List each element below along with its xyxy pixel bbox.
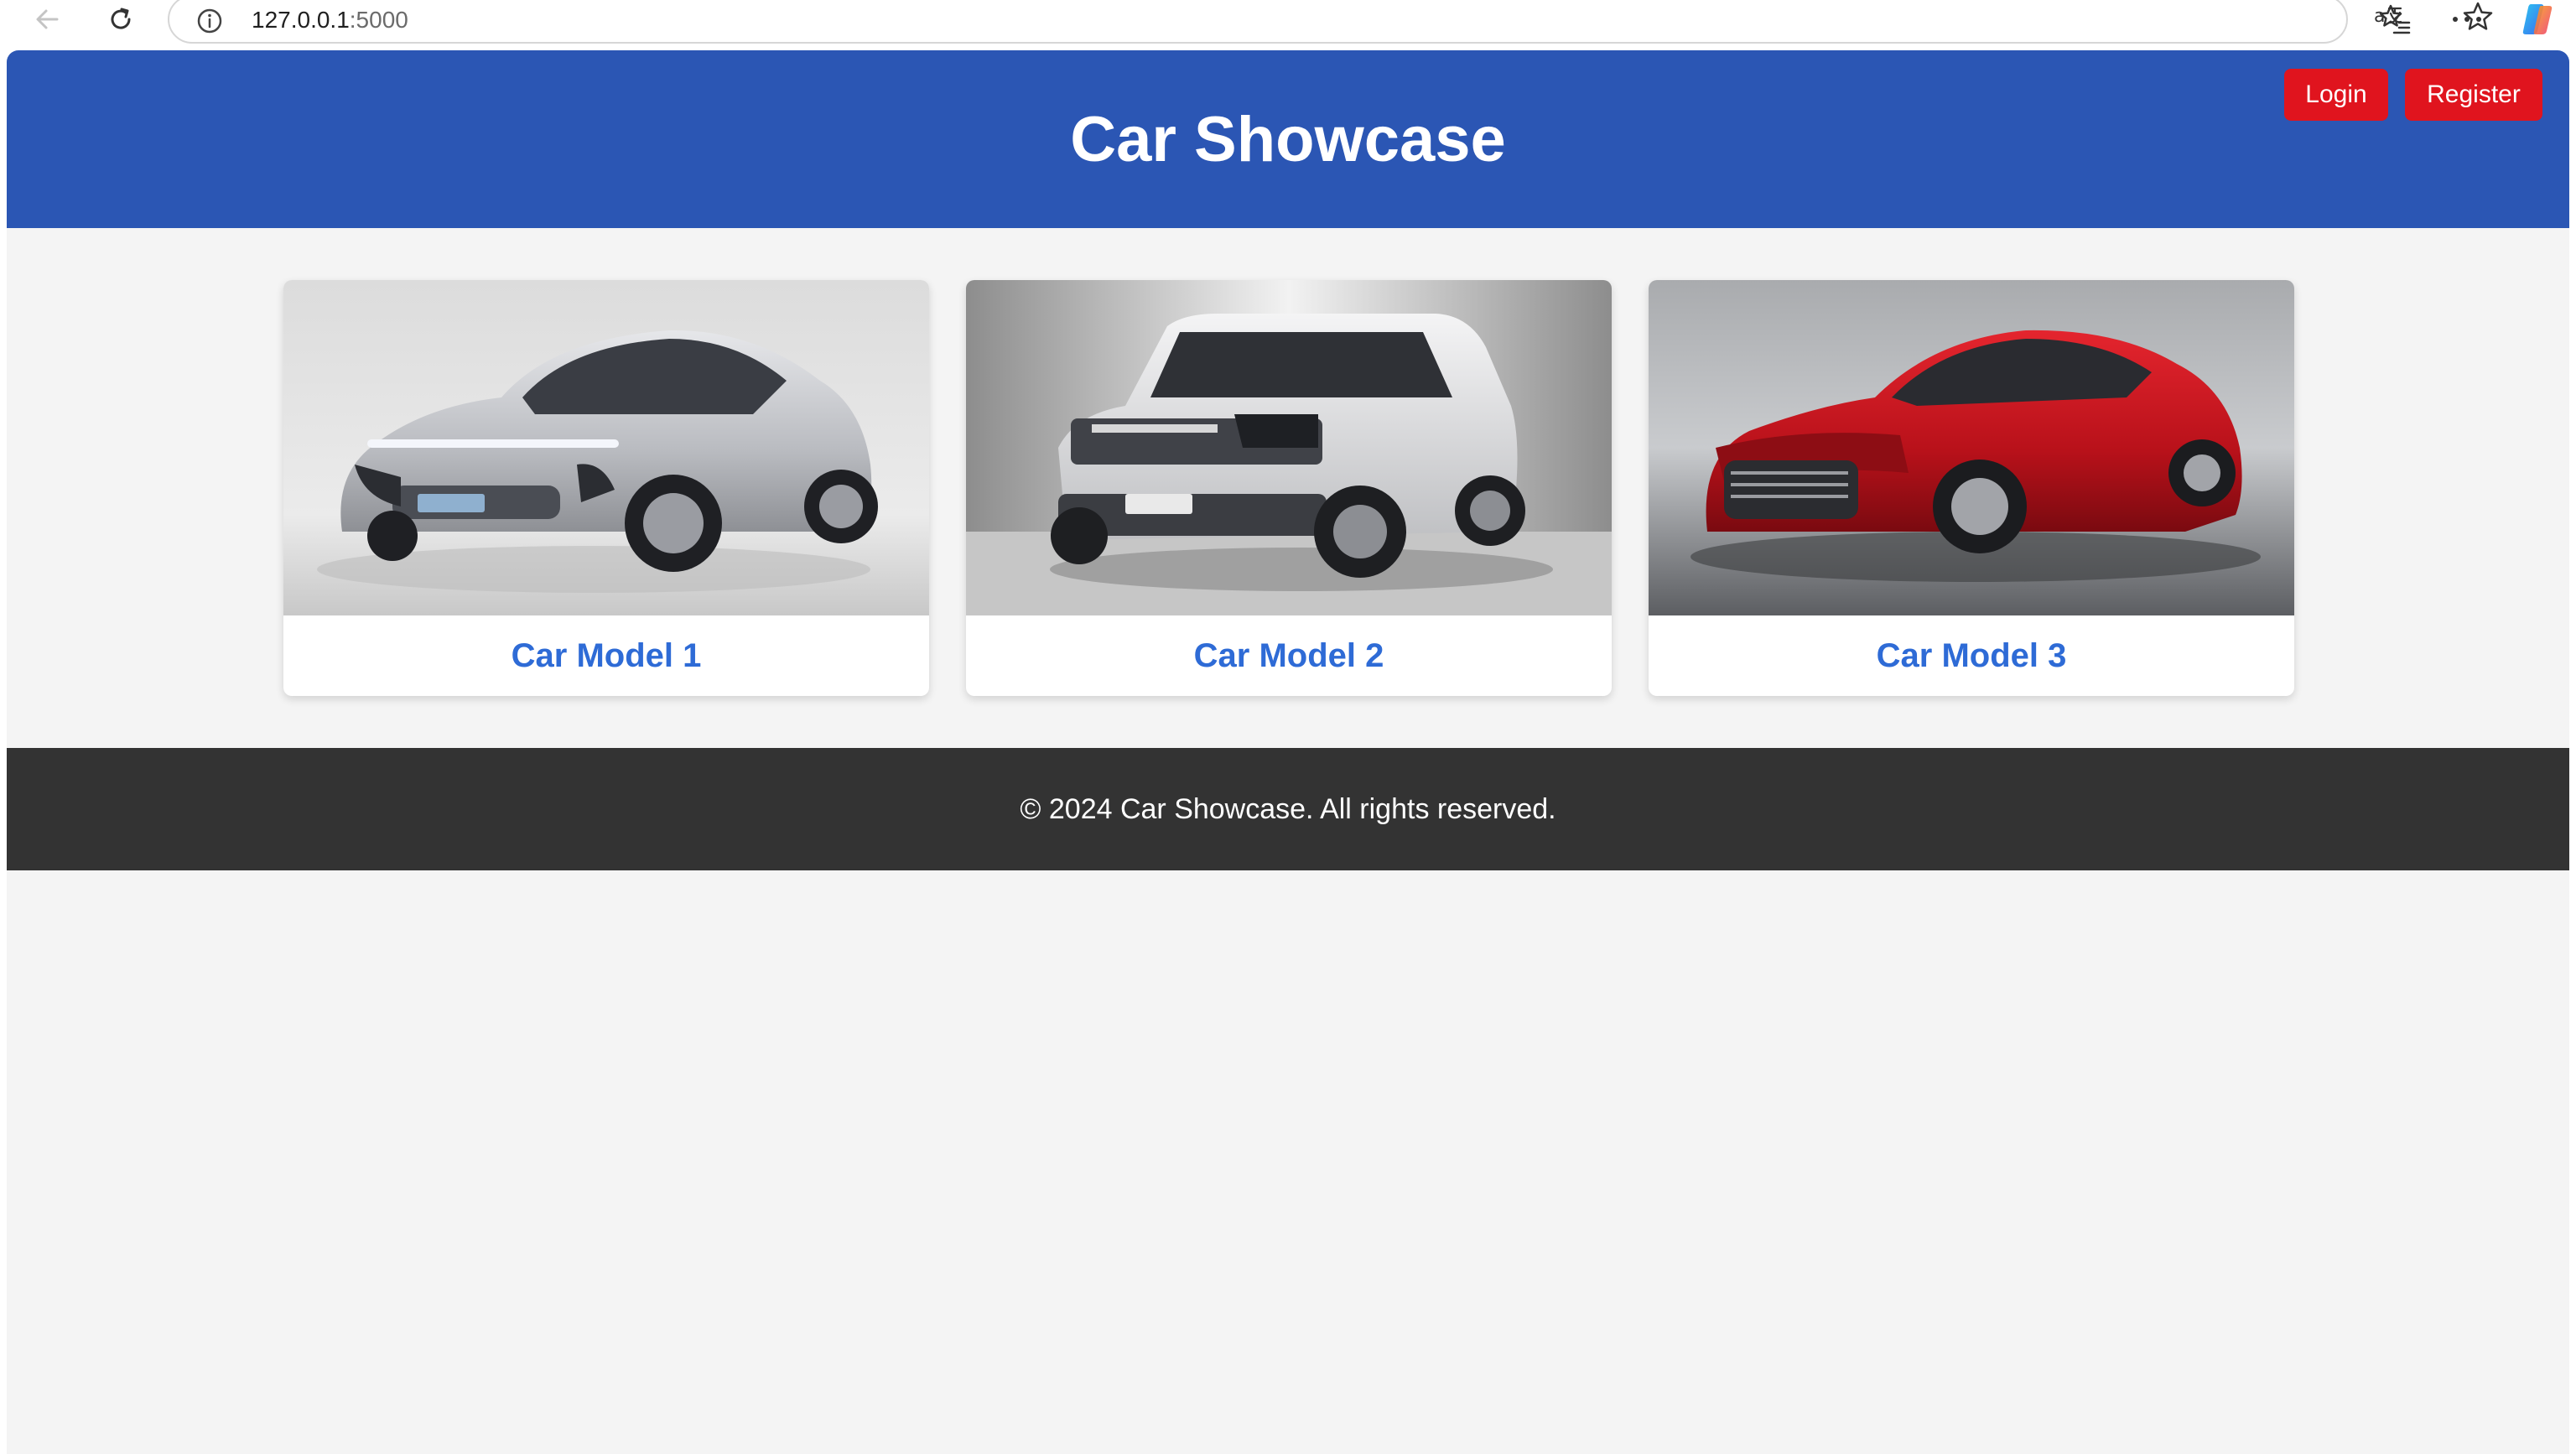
info-icon[interactable] — [196, 8, 223, 34]
site-header: Car Showcase Login Register — [7, 50, 2569, 228]
site-title: Car Showcase — [1070, 104, 1506, 175]
back-button[interactable] — [23, 0, 70, 39]
car-image-3[interactable] — [1649, 280, 2294, 615]
car-card-1[interactable]: Car Model 1 — [283, 280, 929, 696]
back-arrow-icon — [36, 9, 59, 29]
address-bar[interactable]: 127.0.0.1:5000 a — [168, 0, 2493, 44]
car-photo-white-suv — [966, 280, 1612, 615]
url-text[interactable]: 127.0.0.1:5000 — [252, 5, 408, 35]
url-port: :5000 — [349, 7, 408, 33]
reload-icon — [111, 8, 131, 29]
page-viewport: Car Showcase Login Register Car Model 1 … — [7, 50, 2569, 1454]
car-title-3[interactable]: Car Model 3 — [1649, 615, 2294, 696]
browser-toolbar: 127.0.0.1:5000 a — [0, 0, 2576, 47]
copilot-icon — [2522, 4, 2553, 34]
car-image-1[interactable] — [283, 280, 929, 615]
login-button[interactable]: Login — [2284, 69, 2388, 121]
copilot-button[interactable] — [2514, 0, 2561, 39]
register-button[interactable]: Register — [2405, 69, 2542, 121]
car-card-2[interactable]: Car Model 2 — [966, 280, 1612, 696]
more-options-button[interactable] — [2444, 0, 2490, 39]
car-image-2[interactable] — [966, 280, 1612, 615]
copyright-text: © 2024 Car Showcase. All rights reserved… — [1020, 793, 1556, 825]
favorites-icon — [2379, 4, 2411, 34]
favorites-button[interactable] — [2371, 0, 2418, 39]
reload-button[interactable] — [97, 0, 144, 39]
site-footer: © 2024 Car Showcase. All rights reserved… — [7, 748, 2569, 870]
car-title-1[interactable]: Car Model 1 — [283, 615, 929, 696]
more-icon — [2453, 17, 2481, 22]
url-host: 127.0.0.1 — [252, 7, 350, 33]
car-card-3[interactable]: Car Model 3 — [1649, 280, 2294, 696]
car-title-2[interactable]: Car Model 2 — [966, 615, 1612, 696]
car-photo-silver-coupe — [283, 280, 929, 615]
car-photo-red-sedan — [1649, 280, 2294, 615]
